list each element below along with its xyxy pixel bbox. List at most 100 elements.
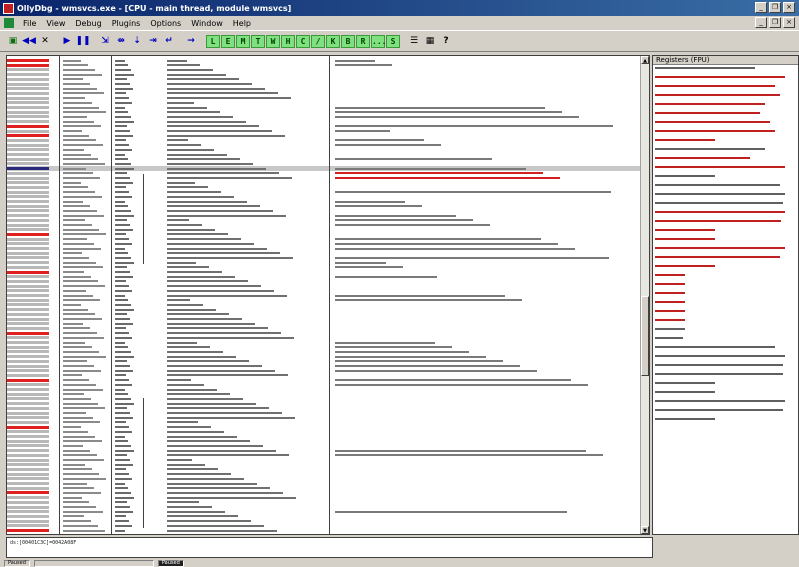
register-line[interactable] (653, 130, 798, 137)
call-stack-button[interactable]: K (326, 34, 340, 48)
maximize-button[interactable]: ❐ (769, 2, 781, 13)
source-button[interactable]: S (386, 34, 400, 48)
restart-icon[interactable]: ◀◀ (22, 34, 36, 48)
register-line[interactable] (653, 202, 798, 209)
menu-options[interactable]: Options (145, 19, 186, 28)
hex-dump-cell (63, 219, 85, 222)
register-line[interactable] (653, 166, 798, 173)
register-line[interactable] (653, 238, 798, 245)
mdi-close-button[interactable]: × (783, 17, 795, 28)
register-line[interactable] (653, 310, 798, 317)
mnemonic-cell (115, 299, 128, 302)
hex-dump-cell (63, 440, 102, 443)
hex-dump-cell (63, 426, 81, 429)
disasm-row[interactable] (7, 528, 642, 533)
register-line[interactable] (653, 85, 798, 92)
register-line[interactable] (653, 418, 798, 425)
disassembly-pane[interactable]: ▲ ▼ (6, 55, 650, 535)
register-line[interactable] (653, 157, 798, 164)
registers-pane[interactable]: Registers (FPU) (652, 55, 799, 535)
register-line[interactable] (653, 391, 798, 398)
hex-dump-cell (63, 200, 83, 203)
register-line[interactable] (653, 94, 798, 101)
register-line[interactable] (653, 103, 798, 110)
options-icon[interactable]: ▦ (423, 34, 437, 48)
operand-cell (167, 125, 259, 128)
menu-view[interactable]: View (41, 19, 70, 28)
log-window-button[interactable]: L (206, 34, 220, 48)
list-icon[interactable]: ☰ (407, 34, 421, 48)
scroll-down-arrow[interactable]: ▼ (641, 526, 649, 534)
scroll-up-arrow[interactable]: ▲ (641, 56, 649, 64)
register-line[interactable] (653, 292, 798, 299)
register-line[interactable] (653, 346, 798, 353)
register-line[interactable] (653, 220, 798, 227)
register-line[interactable] (653, 229, 798, 236)
help-icon[interactable]: ? (439, 34, 453, 48)
address-cell (7, 439, 49, 443)
references-button[interactable]: R (356, 34, 370, 48)
menu-help[interactable]: Help (228, 19, 256, 28)
register-line[interactable] (653, 211, 798, 218)
mdi-minimize-button[interactable]: _ (755, 17, 767, 28)
register-line[interactable] (653, 67, 798, 74)
register-line[interactable] (653, 328, 798, 335)
address-cell (7, 472, 49, 476)
register-line[interactable] (653, 148, 798, 155)
step-over-icon[interactable]: ⇴ (114, 34, 128, 48)
patches-button[interactable]: / (311, 34, 325, 48)
register-line[interactable] (653, 409, 798, 416)
menu-debug[interactable]: Debug (70, 19, 106, 28)
menu-file[interactable]: File (18, 19, 41, 28)
mdi-restore-button[interactable]: ❐ (769, 17, 781, 28)
handles-button[interactable]: H (281, 34, 295, 48)
register-line[interactable] (653, 265, 798, 272)
register-line[interactable] (653, 139, 798, 146)
mnemonic-cell (115, 130, 130, 132)
open-icon[interactable]: ▣ (6, 34, 20, 48)
breakpoints-button[interactable]: B (341, 34, 355, 48)
pause-icon[interactable]: ❚❚ (75, 34, 90, 48)
minimize-button[interactable]: _ (755, 2, 767, 13)
register-line[interactable] (653, 193, 798, 200)
mnemonic-cell (115, 111, 128, 114)
register-line[interactable] (653, 76, 798, 83)
register-line[interactable] (653, 364, 798, 371)
step-into-icon[interactable]: ⇲ (98, 34, 112, 48)
register-line[interactable] (653, 112, 798, 119)
register-line[interactable] (653, 256, 798, 263)
menu-plugins[interactable]: Plugins (107, 19, 146, 28)
register-line[interactable] (653, 337, 798, 344)
scroll-thumb[interactable] (641, 296, 649, 376)
close-icon[interactable]: ✕ (38, 34, 52, 48)
windows-button[interactable]: W (266, 34, 280, 48)
run-trace-button[interactable]: ... (371, 34, 386, 48)
address-cell (7, 364, 49, 368)
register-line[interactable] (653, 373, 798, 380)
comment-cell (335, 383, 588, 386)
register-line[interactable] (653, 175, 798, 182)
trace-over-icon[interactable]: ⇥ (146, 34, 160, 48)
threads-button[interactable]: T (251, 34, 265, 48)
operand-cell (167, 346, 210, 349)
run-icon[interactable]: ▶ (60, 34, 74, 48)
menu-window[interactable]: Window (186, 19, 228, 28)
register-value (655, 373, 783, 375)
execute-till-return-icon[interactable]: ↵ (162, 34, 176, 48)
register-line[interactable] (653, 319, 798, 326)
trace-into-icon[interactable]: ⇣ (130, 34, 144, 48)
register-line[interactable] (653, 184, 798, 191)
register-line[interactable] (653, 283, 798, 290)
register-line[interactable] (653, 121, 798, 128)
register-line[interactable] (653, 355, 798, 362)
register-line[interactable] (653, 301, 798, 308)
register-line[interactable] (653, 400, 798, 407)
goto-icon[interactable]: → (184, 34, 198, 48)
register-line[interactable] (653, 247, 798, 254)
cpu-button[interactable]: C (296, 34, 310, 48)
executables-button[interactable]: E (221, 34, 235, 48)
close-button[interactable]: × (783, 2, 795, 13)
register-line[interactable] (653, 382, 798, 389)
register-line[interactable] (653, 274, 798, 281)
memory-map-button[interactable]: M (236, 34, 250, 48)
